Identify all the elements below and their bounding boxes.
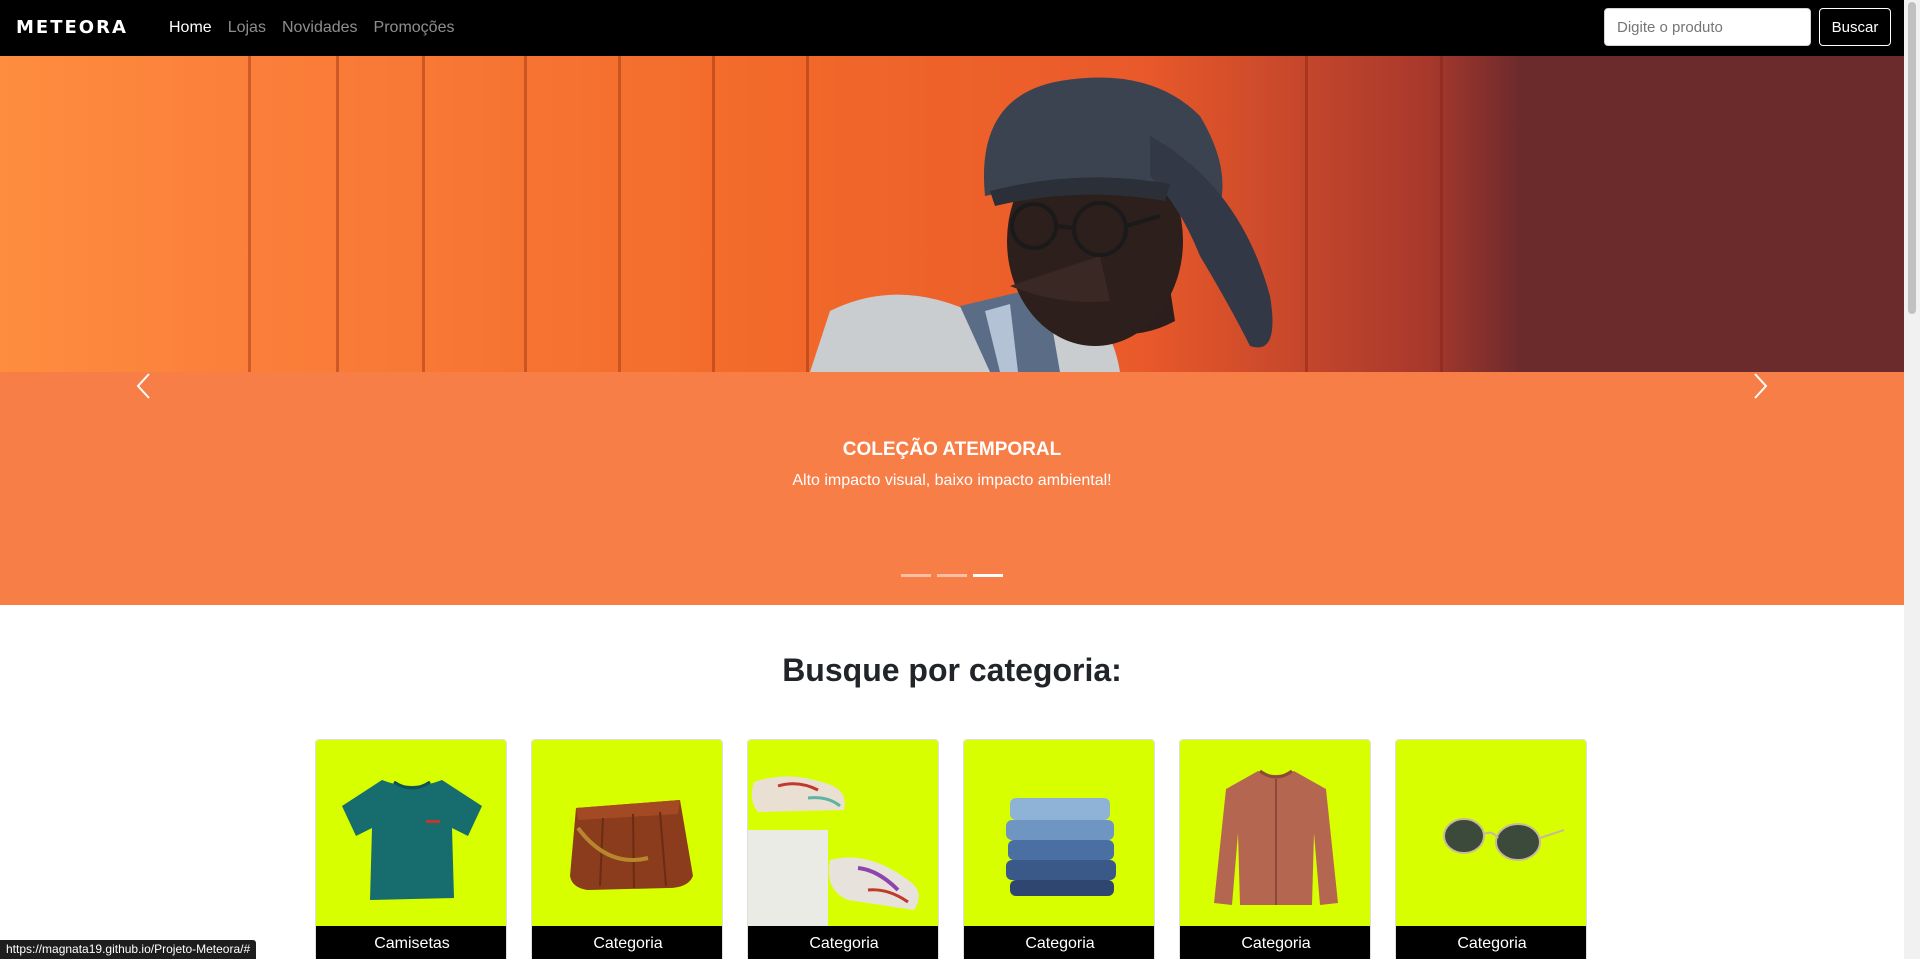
sunglasses-icon	[1443, 818, 1565, 861]
hero-title: COLEÇÃO ATEMPORAL	[842, 439, 1062, 460]
chevron-left-icon	[136, 373, 150, 399]
category-label: Categoria	[1396, 926, 1586, 959]
nav-link-novidades[interactable]: Novidades	[282, 19, 358, 37]
category-label: Categoria	[748, 926, 938, 959]
logo[interactable]: METEORA	[16, 17, 128, 38]
category-label: Categoria	[1180, 926, 1370, 959]
page: METEORA Home Lojas Novidades Promoções B…	[0, 0, 1920, 959]
nav-link-promocoes[interactable]: Promoções	[374, 19, 455, 37]
category-card-2[interactable]: Categoria	[531, 739, 723, 959]
jacket-icon	[1214, 769, 1338, 905]
carousel-prev-button[interactable]	[124, 366, 164, 406]
category-label: Categoria	[964, 926, 1154, 959]
category-image	[1396, 740, 1586, 926]
category-card-6[interactable]: Categoria	[1395, 739, 1587, 959]
category-image	[748, 740, 938, 926]
carousel-indicator-3[interactable]	[973, 574, 1003, 577]
search-button[interactable]: Buscar	[1819, 8, 1891, 46]
page-scrollbar[interactable]	[1904, 0, 1920, 959]
category-card-5[interactable]: Categoria	[1179, 739, 1371, 959]
carousel-indicator-1[interactable]	[901, 574, 931, 577]
category-label: Categoria	[532, 926, 722, 959]
bag-icon	[570, 800, 693, 890]
category-cards: Camisetas Categoria Categoria Categoria …	[315, 739, 1587, 959]
search-input[interactable]	[1604, 8, 1811, 46]
category-card-3[interactable]: Categoria	[747, 739, 939, 959]
chevron-right-icon	[1754, 373, 1768, 399]
hero-image	[0, 56, 1904, 372]
category-image	[532, 740, 722, 926]
category-image	[1180, 740, 1370, 926]
hero-carousel	[0, 56, 1904, 605]
carousel-indicators	[0, 574, 1904, 577]
categories-heading: Busque por categoria:	[782, 652, 1122, 688]
scrollbar-thumb[interactable]	[1908, 2, 1916, 314]
nav-link-home[interactable]: Home	[169, 19, 212, 37]
hero-subtitle: Alto impacto visual, baixo impacto ambie…	[792, 472, 1112, 489]
carousel-next-button[interactable]	[1740, 366, 1780, 406]
model-figure	[810, 77, 1273, 372]
category-card-camisetas[interactable]: Camisetas	[315, 739, 507, 959]
category-label: Camisetas	[316, 926, 506, 959]
jeans-icon	[1006, 798, 1116, 896]
navbar: METEORA Home Lojas Novidades Promoções B…	[0, 0, 1904, 56]
nav-links: Home Lojas Novidades Promoções	[169, 0, 454, 56]
nav-link-lojas[interactable]: Lojas	[228, 19, 266, 37]
browser-status-url: https://magnata19.github.io/Projeto-Mete…	[0, 940, 257, 959]
logo-text: METEORA	[16, 17, 128, 38]
tshirt-icon	[342, 780, 482, 900]
sneakers-icon	[748, 776, 919, 926]
category-card-4[interactable]: Categoria	[963, 739, 1155, 959]
category-image	[316, 740, 506, 926]
category-image	[964, 740, 1154, 926]
carousel-indicator-2[interactable]	[937, 574, 967, 577]
